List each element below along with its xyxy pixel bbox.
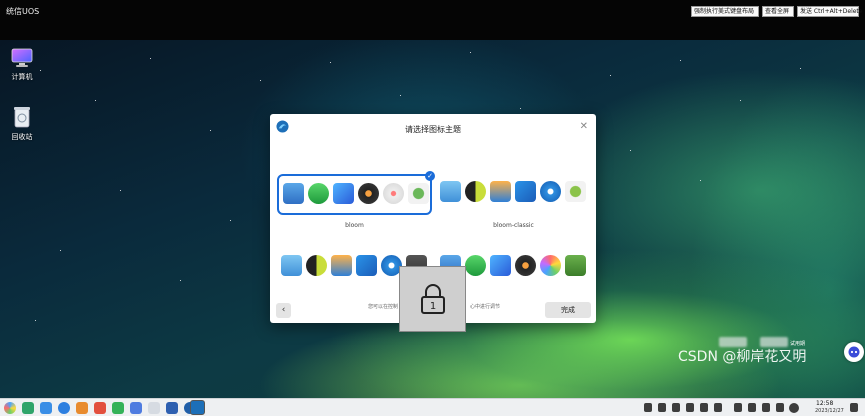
watermark: CSDN @柳岸花又明 xyxy=(678,349,807,365)
movie-player-icon xyxy=(358,183,379,204)
assistant-button[interactable] xyxy=(844,342,864,362)
search-icon[interactable] xyxy=(734,403,742,412)
theme-name: bloom-classic xyxy=(493,222,534,229)
movie-player-icon xyxy=(515,255,536,276)
movie-player-icon xyxy=(515,181,536,202)
desktop-icon-trash[interactable]: 回收站 xyxy=(0,106,44,142)
image-viewer-icon xyxy=(331,255,352,276)
icon-theme-app-icon[interactable] xyxy=(190,400,205,415)
app-store-icon xyxy=(281,255,302,276)
app-store-icon xyxy=(440,181,461,202)
tray-icon[interactable] xyxy=(714,403,722,412)
hint-text: 心中进行调节 xyxy=(470,304,501,310)
image-viewer-icon xyxy=(490,255,511,276)
trash-icon xyxy=(565,255,586,276)
previous-button[interactable]: ‹ xyxy=(276,303,291,318)
tray-icon[interactable] xyxy=(776,403,784,412)
color-picker-icon xyxy=(540,255,561,276)
tray-icon[interactable] xyxy=(644,403,652,412)
done-button[interactable]: 完成 xyxy=(545,302,591,318)
theme-card-bloom[interactable]: ✓ xyxy=(277,171,435,215)
browser-icon[interactable] xyxy=(58,402,70,414)
fullscreen-button[interactable]: 查看全屏 xyxy=(762,6,794,17)
lock-icon: 1 xyxy=(420,284,445,314)
lock-number: 1 xyxy=(429,301,435,312)
hint-text: 您可以在控制 xyxy=(368,304,399,310)
image-viewer-icon xyxy=(490,181,511,202)
chip-icon xyxy=(565,181,586,202)
calendar-icon[interactable] xyxy=(148,402,160,414)
music-icon xyxy=(306,255,327,276)
clock-time[interactable]: 12:58 xyxy=(816,400,833,407)
tray-icon[interactable] xyxy=(762,403,770,412)
power-icon[interactable] xyxy=(789,403,799,413)
music-icon xyxy=(465,255,486,276)
launcher-icon[interactable] xyxy=(4,402,16,414)
theme-icon-preview xyxy=(440,181,586,205)
music-icon xyxy=(308,183,329,204)
force-us-keyboard-button[interactable]: 强制执行美式键盘布局 xyxy=(691,6,759,17)
music-icon xyxy=(465,181,486,202)
control-center-icon[interactable] xyxy=(166,402,178,414)
desktop-icon-label: 回收站 xyxy=(11,133,33,141)
theme-card-bloom-classic[interactable] xyxy=(436,174,591,215)
checkmark-icon: ✓ xyxy=(425,171,435,181)
trash-icon xyxy=(14,107,30,128)
tray-icon[interactable] xyxy=(686,403,694,412)
chip-icon xyxy=(408,183,429,204)
app-store-icon[interactable] xyxy=(94,402,106,414)
theme-name: bloom xyxy=(345,222,364,229)
taskbar: 12:58 2023/12/27 xyxy=(0,398,865,416)
send-ctrl-alt-delete-button[interactable]: 发送 Ctrl+Alt+Delete xyxy=(797,6,862,17)
deepin-icon xyxy=(540,181,561,202)
mail-icon[interactable] xyxy=(76,402,88,414)
movie-player-icon xyxy=(356,255,377,276)
desktop-icon-label: 计算机 xyxy=(11,73,33,81)
chevron-left-icon: ‹ xyxy=(281,305,286,315)
multitask-icon[interactable] xyxy=(22,402,34,414)
assistant-icon xyxy=(848,346,860,358)
music-icon[interactable] xyxy=(112,402,124,414)
tray-icon[interactable] xyxy=(672,403,680,412)
lock-overlay: 1 xyxy=(399,266,466,332)
console-toolbar: 统信UOS 强制执行美式键盘布局 查看全屏 发送 Ctrl+Alt+Delete xyxy=(0,0,865,40)
tray-icon[interactable] xyxy=(850,403,858,412)
app-store-icon xyxy=(283,183,304,204)
clock-date: 2023/12/27 xyxy=(815,408,844,414)
theme-icon-preview xyxy=(283,183,429,207)
console-title: 统信UOS xyxy=(6,7,40,16)
tray-icon[interactable] xyxy=(658,403,666,412)
close-icon[interactable]: ✕ xyxy=(580,121,588,132)
color-picker-icon xyxy=(383,183,404,204)
image-viewer-icon[interactable] xyxy=(130,402,142,414)
tray-icon[interactable] xyxy=(700,403,708,412)
computer-icon xyxy=(11,48,33,67)
image-viewer-icon xyxy=(333,183,354,204)
file-manager-icon[interactable] xyxy=(40,402,52,414)
desktop-icon-computer[interactable]: 计算机 xyxy=(0,48,44,82)
screenshot-icon[interactable] xyxy=(748,403,756,412)
dialog-title: 请选择图标主题 xyxy=(405,125,461,134)
